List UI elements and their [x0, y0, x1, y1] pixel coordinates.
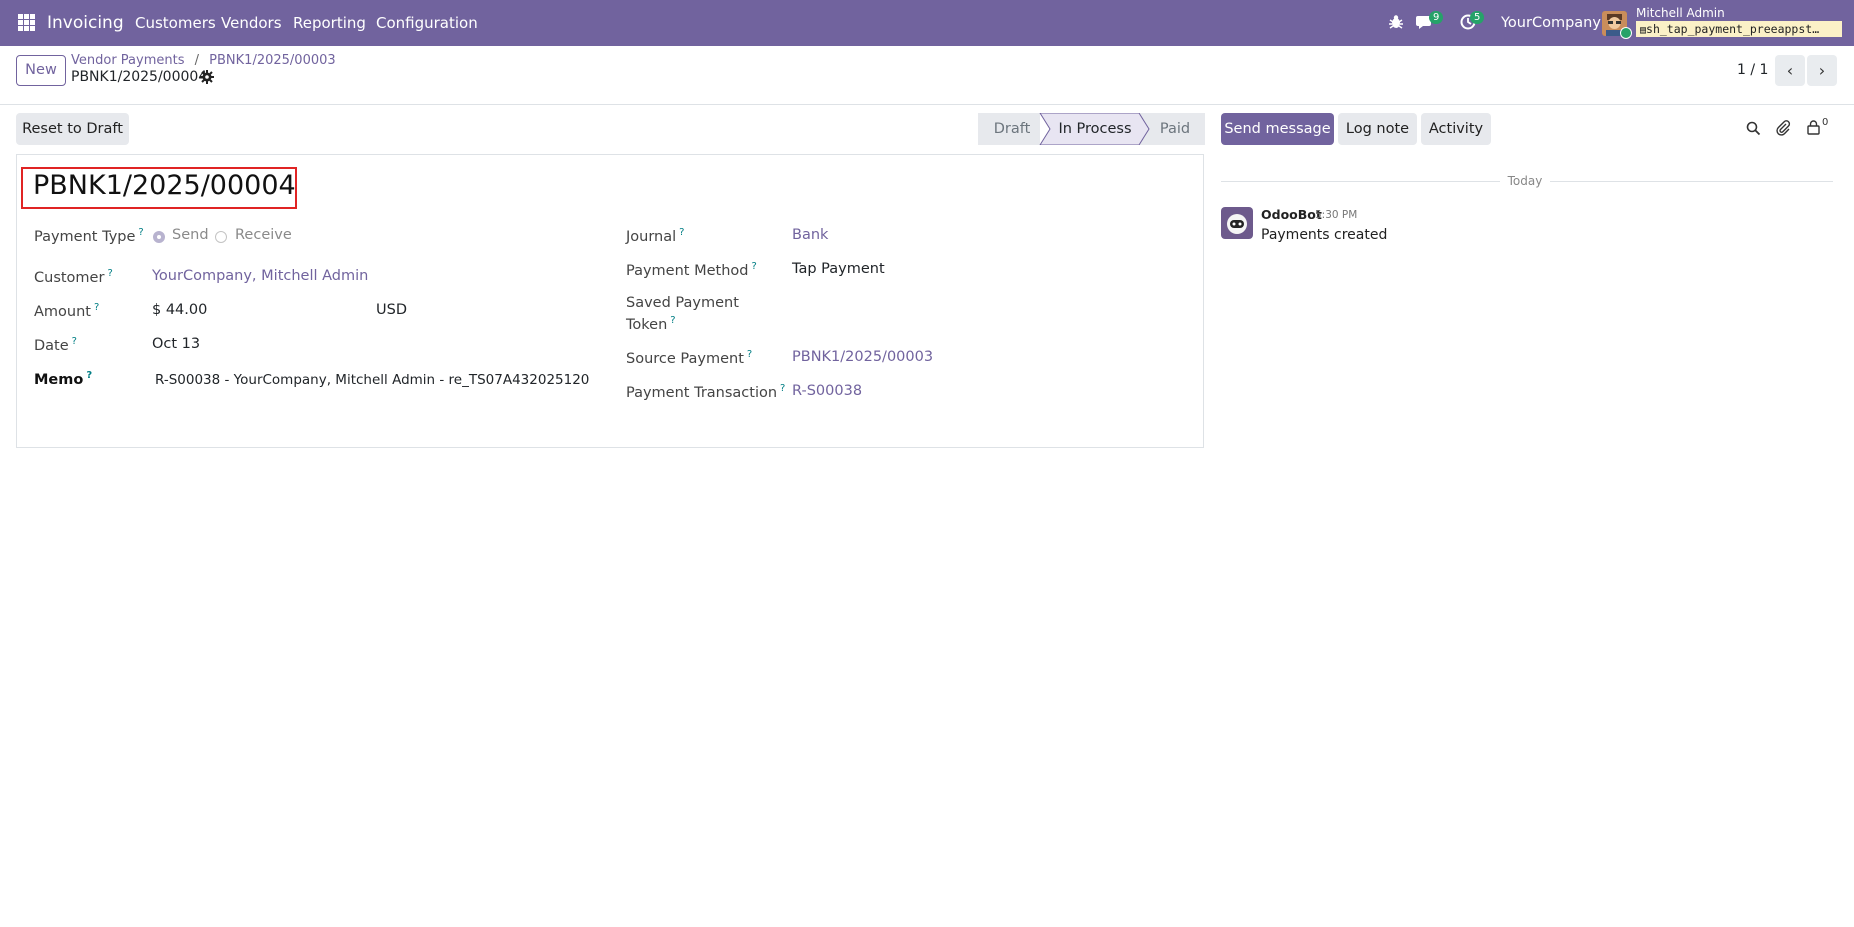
gear-icon[interactable]: [200, 70, 214, 88]
memo-input[interactable]: R-S00038 - YourCompany, Mitchell Admin -…: [155, 372, 590, 388]
help-icon: ?: [107, 268, 113, 279]
menu-vendors[interactable]: Vendors: [221, 0, 282, 46]
chevron-left-icon: ‹: [1786, 61, 1794, 80]
memo-label-text: Memo: [34, 371, 84, 388]
debug-bug-icon[interactable]: [1389, 14, 1403, 34]
date-label-text: Date: [34, 337, 69, 354]
log-note-button[interactable]: Log note: [1338, 113, 1417, 145]
database-name: sh_tap_payment_preeappst…: [1646, 22, 1820, 36]
search-icon[interactable]: [1746, 121, 1761, 140]
date-separator-label: Today: [1500, 174, 1550, 188]
breadcrumb-current: PBNK1/2025/00004: [71, 69, 208, 85]
message-time: 5:30 PM: [1315, 209, 1358, 221]
currency-value[interactable]: USD: [376, 302, 407, 318]
journal-label-text: Journal: [626, 228, 677, 245]
payment-transaction-label: Payment Transaction?: [626, 383, 785, 401]
company-switcher[interactable]: YourCompany: [1501, 0, 1601, 46]
date-label: Date?: [34, 336, 77, 354]
followers-lock-icon[interactable]: [1807, 120, 1820, 139]
control-panel: New Vendor Payments / PBNK1/2025/00003 P…: [0, 46, 1854, 105]
chevron-right-icon: ›: [1818, 61, 1826, 80]
payment-method-value[interactable]: Tap Payment: [792, 261, 885, 277]
payment-type-label-text: Payment Type: [34, 228, 136, 245]
stage-in-process[interactable]: In Process: [1046, 113, 1144, 145]
breadcrumb-parent-payment[interactable]: PBNK1/2025/00003: [209, 53, 335, 68]
payment-transaction-value[interactable]: R-S00038: [792, 383, 862, 399]
date-value[interactable]: Oct 13: [152, 336, 200, 352]
amount-label: Amount?: [34, 302, 99, 320]
new-button[interactable]: New: [16, 55, 66, 86]
saved-token-label-line2: Token?: [626, 315, 676, 333]
paperclip-icon[interactable]: [1775, 120, 1791, 140]
payment-method-label-text: Payment Method: [626, 262, 749, 279]
breadcrumb-vendor-payments[interactable]: Vendor Payments: [71, 53, 185, 68]
customer-label: Customer?: [34, 268, 113, 286]
saved-token-label-text: Token: [626, 316, 668, 333]
help-icon: ?: [138, 227, 144, 238]
amount-value[interactable]: $ 44.00: [152, 302, 207, 318]
pager-value[interactable]: 1 / 1: [1737, 62, 1768, 78]
app-name[interactable]: Invoicing: [47, 0, 124, 46]
radio-receive-label[interactable]: Receive: [235, 227, 292, 243]
payment-method-label: Payment Method?: [626, 261, 757, 279]
breadcrumb-separator: /: [194, 53, 200, 68]
menu-reporting[interactable]: Reporting: [293, 0, 366, 46]
top-navbar: Invoicing Customers Vendors Reporting Co…: [0, 0, 1854, 46]
followers-count: 0: [1822, 117, 1829, 128]
menu-configuration[interactable]: Configuration: [376, 0, 478, 46]
message-body: Payments created: [1261, 227, 1388, 243]
source-payment-label: Source Payment?: [626, 349, 752, 367]
help-icon: ?: [71, 336, 77, 347]
memo-label: Memo?: [34, 370, 92, 388]
reset-to-draft-button[interactable]: Reset to Draft: [16, 113, 129, 145]
radio-send[interactable]: [153, 231, 165, 243]
payment-title[interactable]: PBNK1/2025/00004: [33, 170, 296, 201]
journal-value[interactable]: Bank: [792, 227, 828, 243]
help-icon: ?: [86, 370, 93, 381]
saved-token-label-line1: Saved Payment: [626, 295, 739, 311]
breadcrumb: Vendor Payments / PBNK1/2025/00003: [71, 53, 336, 68]
messages-count-badge: 9: [1429, 11, 1444, 24]
pager-next-button[interactable]: ›: [1807, 55, 1837, 86]
help-icon: ?: [746, 349, 753, 360]
help-icon: ?: [780, 383, 786, 394]
odoobot-avatar[interactable]: [1221, 207, 1253, 239]
send-message-button[interactable]: Send message: [1221, 113, 1334, 145]
apps-menu-icon[interactable]: [18, 14, 35, 31]
pager-previous-button[interactable]: ‹: [1775, 55, 1805, 86]
help-icon: ?: [679, 227, 685, 238]
form-sheet: PBNK1/2025/00004 Payment Type? Send Rece…: [16, 154, 1204, 448]
radio-send-label[interactable]: Send: [172, 227, 209, 243]
menu-customers[interactable]: Customers: [135, 0, 216, 46]
database-name-badge: ▤sh_tap_payment_preeappst…: [1636, 21, 1842, 37]
user-name[interactable]: Mitchell Admin: [1636, 6, 1725, 20]
customer-label-text: Customer: [34, 269, 105, 286]
payment-type-label: Payment Type?: [34, 227, 144, 245]
user-online-indicator: [1620, 27, 1632, 39]
payment-transaction-label-text: Payment Transaction: [626, 384, 778, 401]
stage-draft[interactable]: Draft: [978, 113, 1046, 145]
source-payment-value[interactable]: PBNK1/2025/00003: [792, 349, 933, 365]
help-icon: ?: [751, 261, 757, 272]
customer-value[interactable]: YourCompany, Mitchell Admin: [152, 268, 368, 284]
activities-count-badge: 5: [1470, 11, 1485, 24]
stage-paid[interactable]: Paid: [1146, 113, 1204, 145]
message-author[interactable]: OdooBot: [1261, 207, 1322, 222]
activity-button[interactable]: Activity: [1421, 113, 1491, 145]
journal-label: Journal?: [626, 227, 684, 245]
source-payment-label-text: Source Payment: [626, 350, 744, 367]
radio-receive[interactable]: [215, 231, 227, 243]
amount-label-text: Amount: [34, 303, 91, 320]
help-icon: ?: [670, 315, 676, 326]
help-icon: ?: [93, 302, 100, 313]
